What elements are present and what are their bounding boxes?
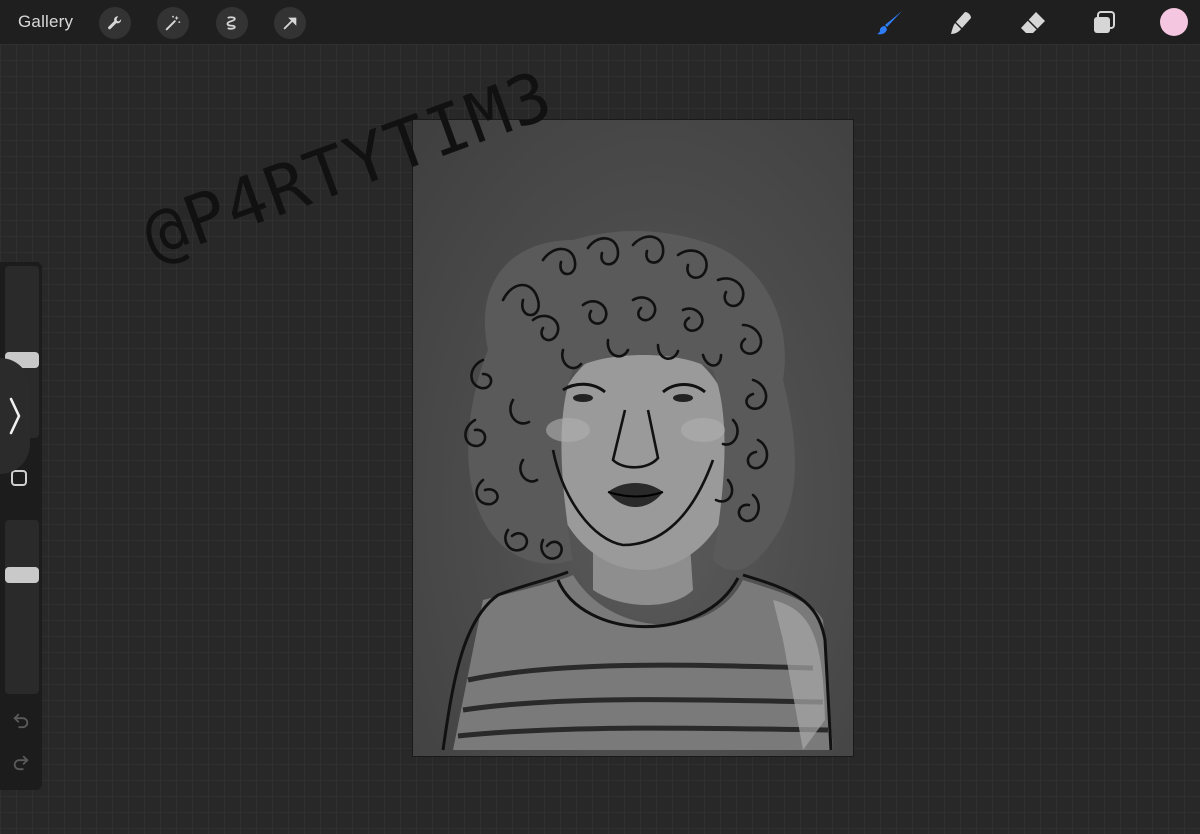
undo-button[interactable] bbox=[11, 710, 31, 730]
wrench-icon bbox=[108, 16, 122, 30]
brush-icon bbox=[877, 11, 902, 35]
smudge-icon bbox=[951, 12, 971, 34]
smudge-tool-button[interactable] bbox=[944, 6, 978, 40]
redo-button[interactable] bbox=[11, 752, 31, 772]
magic-wand-icon bbox=[165, 15, 181, 31]
sidebar-toggle-button[interactable] bbox=[0, 358, 30, 474]
left-sidebar bbox=[0, 262, 42, 790]
transform-button[interactable] bbox=[274, 7, 306, 39]
redo-icon bbox=[13, 755, 29, 771]
opacity-slider[interactable] bbox=[5, 520, 39, 694]
layers-button[interactable] bbox=[1087, 6, 1121, 40]
modify-button[interactable] bbox=[11, 470, 27, 486]
gallery-button[interactable]: Gallery bbox=[18, 12, 73, 32]
color-picker-button[interactable] bbox=[1160, 8, 1188, 36]
portrait-drawing bbox=[441, 230, 833, 751]
chevron-right-icon bbox=[9, 397, 21, 435]
undo-icon bbox=[13, 713, 29, 729]
top-toolbar: Gallery bbox=[0, 0, 1200, 44]
artwork-canvas[interactable] bbox=[413, 120, 853, 756]
adjustments-button[interactable] bbox=[157, 7, 189, 39]
layers-icon bbox=[1094, 11, 1115, 33]
brush-tool-button[interactable] bbox=[873, 6, 907, 40]
actions-button[interactable] bbox=[99, 7, 131, 39]
transform-arrow-icon bbox=[283, 17, 297, 30]
selection-button[interactable] bbox=[216, 7, 248, 39]
selection-icon bbox=[226, 16, 236, 30]
eraser-icon bbox=[1021, 12, 1045, 33]
procreate-app: Gallery @P4RTYTIM3 bbox=[0, 0, 1200, 834]
opacity-handle[interactable] bbox=[5, 567, 39, 583]
eraser-tool-button[interactable] bbox=[1016, 6, 1050, 40]
